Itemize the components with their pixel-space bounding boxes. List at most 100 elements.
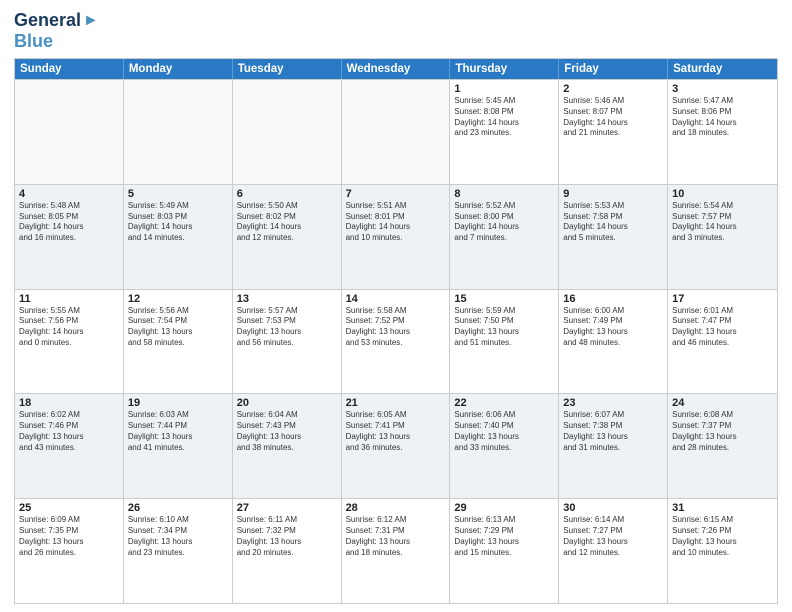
day-number: 8 <box>454 188 554 200</box>
day-number: 24 <box>672 397 773 409</box>
cal-header-thursday: Thursday <box>450 59 559 79</box>
cal-row-2: 11Sunrise: 5:55 AM Sunset: 7:56 PM Dayli… <box>15 289 777 394</box>
day-info: Sunrise: 6:15 AM Sunset: 7:26 PM Dayligh… <box>672 515 773 558</box>
day-info: Sunrise: 5:47 AM Sunset: 8:06 PM Dayligh… <box>672 96 773 139</box>
day-info: Sunrise: 6:00 AM Sunset: 7:49 PM Dayligh… <box>563 306 663 349</box>
day-info: Sunrise: 5:48 AM Sunset: 8:05 PM Dayligh… <box>19 201 119 244</box>
cal-cell-1: 1Sunrise: 5:45 AM Sunset: 8:08 PM Daylig… <box>450 80 559 184</box>
day-info: Sunrise: 6:08 AM Sunset: 7:37 PM Dayligh… <box>672 410 773 453</box>
day-info: Sunrise: 6:06 AM Sunset: 7:40 PM Dayligh… <box>454 410 554 453</box>
day-number: 23 <box>563 397 663 409</box>
day-info: Sunrise: 6:14 AM Sunset: 7:27 PM Dayligh… <box>563 515 663 558</box>
cal-cell-23: 23Sunrise: 6:07 AM Sunset: 7:38 PM Dayli… <box>559 394 668 498</box>
day-number: 30 <box>563 502 663 514</box>
day-number: 1 <box>454 83 554 95</box>
day-number: 2 <box>563 83 663 95</box>
day-number: 5 <box>128 188 228 200</box>
day-number: 25 <box>19 502 119 514</box>
day-number: 19 <box>128 397 228 409</box>
logo: General ► Blue <box>14 10 99 52</box>
day-info: Sunrise: 5:45 AM Sunset: 8:08 PM Dayligh… <box>454 96 554 139</box>
day-info: Sunrise: 6:12 AM Sunset: 7:31 PM Dayligh… <box>346 515 446 558</box>
day-number: 6 <box>237 188 337 200</box>
cal-cell-18: 18Sunrise: 6:02 AM Sunset: 7:46 PM Dayli… <box>15 394 124 498</box>
calendar: SundayMondayTuesdayWednesdayThursdayFrid… <box>14 58 778 604</box>
day-number: 29 <box>454 502 554 514</box>
cal-row-3: 18Sunrise: 6:02 AM Sunset: 7:46 PM Dayli… <box>15 393 777 498</box>
cal-cell-27: 27Sunrise: 6:11 AM Sunset: 7:32 PM Dayli… <box>233 499 342 603</box>
day-info: Sunrise: 5:53 AM Sunset: 7:58 PM Dayligh… <box>563 201 663 244</box>
day-number: 15 <box>454 293 554 305</box>
day-number: 7 <box>346 188 446 200</box>
day-info: Sunrise: 5:50 AM Sunset: 8:02 PM Dayligh… <box>237 201 337 244</box>
day-info: Sunrise: 6:09 AM Sunset: 7:35 PM Dayligh… <box>19 515 119 558</box>
day-info: Sunrise: 5:57 AM Sunset: 7:53 PM Dayligh… <box>237 306 337 349</box>
cal-cell-16: 16Sunrise: 6:00 AM Sunset: 7:49 PM Dayli… <box>559 290 668 394</box>
cal-cell-29: 29Sunrise: 6:13 AM Sunset: 7:29 PM Dayli… <box>450 499 559 603</box>
cal-header-friday: Friday <box>559 59 668 79</box>
cal-header-saturday: Saturday <box>668 59 777 79</box>
cal-cell-25: 25Sunrise: 6:09 AM Sunset: 7:35 PM Dayli… <box>15 499 124 603</box>
day-number: 3 <box>672 83 773 95</box>
logo-general-text: General <box>14 10 81 31</box>
day-number: 14 <box>346 293 446 305</box>
day-info: Sunrise: 6:04 AM Sunset: 7:43 PM Dayligh… <box>237 410 337 453</box>
day-info: Sunrise: 6:01 AM Sunset: 7:47 PM Dayligh… <box>672 306 773 349</box>
day-number: 22 <box>454 397 554 409</box>
day-number: 28 <box>346 502 446 514</box>
cal-header-wednesday: Wednesday <box>342 59 451 79</box>
day-info: Sunrise: 5:54 AM Sunset: 7:57 PM Dayligh… <box>672 201 773 244</box>
day-info: Sunrise: 6:10 AM Sunset: 7:34 PM Dayligh… <box>128 515 228 558</box>
day-number: 21 <box>346 397 446 409</box>
day-info: Sunrise: 6:07 AM Sunset: 7:38 PM Dayligh… <box>563 410 663 453</box>
header: General ► Blue <box>14 10 778 52</box>
cal-cell-12: 12Sunrise: 5:56 AM Sunset: 7:54 PM Dayli… <box>124 290 233 394</box>
cal-cell-5: 5Sunrise: 5:49 AM Sunset: 8:03 PM Daylig… <box>124 185 233 289</box>
day-info: Sunrise: 5:56 AM Sunset: 7:54 PM Dayligh… <box>128 306 228 349</box>
day-info: Sunrise: 5:55 AM Sunset: 7:56 PM Dayligh… <box>19 306 119 349</box>
day-info: Sunrise: 5:46 AM Sunset: 8:07 PM Dayligh… <box>563 96 663 139</box>
cal-cell-28: 28Sunrise: 6:12 AM Sunset: 7:31 PM Dayli… <box>342 499 451 603</box>
day-number: 16 <box>563 293 663 305</box>
logo-blue-text: Blue <box>14 31 53 52</box>
cal-cell-30: 30Sunrise: 6:14 AM Sunset: 7:27 PM Dayli… <box>559 499 668 603</box>
day-number: 9 <box>563 188 663 200</box>
cal-cell-24: 24Sunrise: 6:08 AM Sunset: 7:37 PM Dayli… <box>668 394 777 498</box>
day-number: 26 <box>128 502 228 514</box>
cal-cell-empty-0-2 <box>233 80 342 184</box>
day-number: 11 <box>19 293 119 305</box>
cal-cell-13: 13Sunrise: 5:57 AM Sunset: 7:53 PM Dayli… <box>233 290 342 394</box>
day-info: Sunrise: 5:51 AM Sunset: 8:01 PM Dayligh… <box>346 201 446 244</box>
day-number: 31 <box>672 502 773 514</box>
cal-cell-22: 22Sunrise: 6:06 AM Sunset: 7:40 PM Dayli… <box>450 394 559 498</box>
cal-cell-26: 26Sunrise: 6:10 AM Sunset: 7:34 PM Dayli… <box>124 499 233 603</box>
day-number: 17 <box>672 293 773 305</box>
cal-cell-8: 8Sunrise: 5:52 AM Sunset: 8:00 PM Daylig… <box>450 185 559 289</box>
cal-cell-15: 15Sunrise: 5:59 AM Sunset: 7:50 PM Dayli… <box>450 290 559 394</box>
cal-cell-3: 3Sunrise: 5:47 AM Sunset: 8:06 PM Daylig… <box>668 80 777 184</box>
day-number: 4 <box>19 188 119 200</box>
day-info: Sunrise: 6:13 AM Sunset: 7:29 PM Dayligh… <box>454 515 554 558</box>
calendar-body: 1Sunrise: 5:45 AM Sunset: 8:08 PM Daylig… <box>15 79 777 603</box>
cal-cell-31: 31Sunrise: 6:15 AM Sunset: 7:26 PM Dayli… <box>668 499 777 603</box>
page: General ► Blue SundayMondayTuesdayWednes… <box>0 0 792 612</box>
cal-cell-4: 4Sunrise: 5:48 AM Sunset: 8:05 PM Daylig… <box>15 185 124 289</box>
day-number: 18 <box>19 397 119 409</box>
day-info: Sunrise: 6:03 AM Sunset: 7:44 PM Dayligh… <box>128 410 228 453</box>
calendar-header-row: SundayMondayTuesdayWednesdayThursdayFrid… <box>15 59 777 79</box>
cal-header-monday: Monday <box>124 59 233 79</box>
day-info: Sunrise: 5:52 AM Sunset: 8:00 PM Dayligh… <box>454 201 554 244</box>
cal-header-tuesday: Tuesday <box>233 59 342 79</box>
cal-header-sunday: Sunday <box>15 59 124 79</box>
cal-cell-empty-0-1 <box>124 80 233 184</box>
day-number: 20 <box>237 397 337 409</box>
day-info: Sunrise: 5:49 AM Sunset: 8:03 PM Dayligh… <box>128 201 228 244</box>
cal-cell-14: 14Sunrise: 5:58 AM Sunset: 7:52 PM Dayli… <box>342 290 451 394</box>
logo-arrow-icon: ► <box>83 12 99 30</box>
cal-cell-9: 9Sunrise: 5:53 AM Sunset: 7:58 PM Daylig… <box>559 185 668 289</box>
cal-cell-2: 2Sunrise: 5:46 AM Sunset: 8:07 PM Daylig… <box>559 80 668 184</box>
cal-row-1: 4Sunrise: 5:48 AM Sunset: 8:05 PM Daylig… <box>15 184 777 289</box>
cal-cell-19: 19Sunrise: 6:03 AM Sunset: 7:44 PM Dayli… <box>124 394 233 498</box>
day-number: 13 <box>237 293 337 305</box>
day-info: Sunrise: 5:59 AM Sunset: 7:50 PM Dayligh… <box>454 306 554 349</box>
